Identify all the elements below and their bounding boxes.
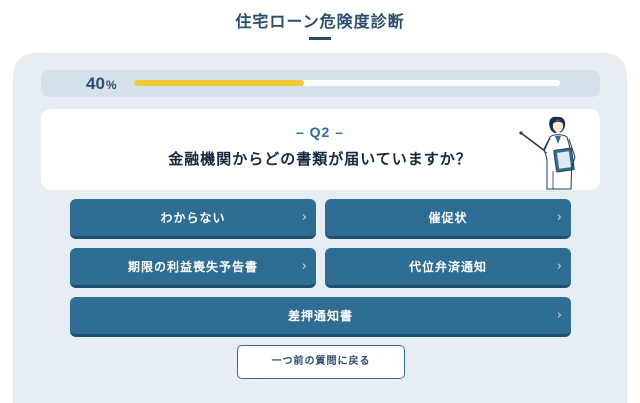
woman-pointer-illustration (519, 116, 576, 190)
option-label: 差押通知書 (287, 309, 353, 323)
option-label: 代位弁済通知 (408, 260, 487, 274)
option-label: 催促状 (428, 211, 468, 225)
back-to-previous-question-button[interactable]: 一つ前の質問に戻る (237, 345, 405, 379)
option-label: わからない (160, 211, 226, 225)
progress-number: 40 (86, 74, 105, 93)
progress-bar-fill (134, 80, 305, 86)
option-label: 期限の利益喪失予告書 (127, 260, 258, 274)
option-sashiosae-button[interactable]: 差押通知書 › (70, 297, 571, 337)
chevron-right-icon: › (556, 308, 563, 323)
option-kigen-no-rieki-button[interactable]: 期限の利益喪失予告書 › (70, 248, 316, 288)
option-wakaranai-button[interactable]: わからない › (70, 199, 316, 239)
progress-bar (134, 80, 560, 86)
chevron-right-icon: › (556, 210, 563, 225)
option-daii-bensai-button[interactable]: 代位弁済通知 › (325, 248, 571, 288)
option-saisokujo-button[interactable]: 催促状 › (325, 199, 571, 239)
chevron-right-icon: › (301, 210, 308, 225)
page-title: 住宅ローン危険度診断 (235, 12, 405, 31)
progress-unit: % (105, 78, 117, 92)
progress-percentage: 40% (86, 73, 117, 95)
chevron-right-icon: › (301, 259, 308, 274)
title-underline (309, 37, 331, 40)
chevron-right-icon: › (556, 259, 563, 274)
